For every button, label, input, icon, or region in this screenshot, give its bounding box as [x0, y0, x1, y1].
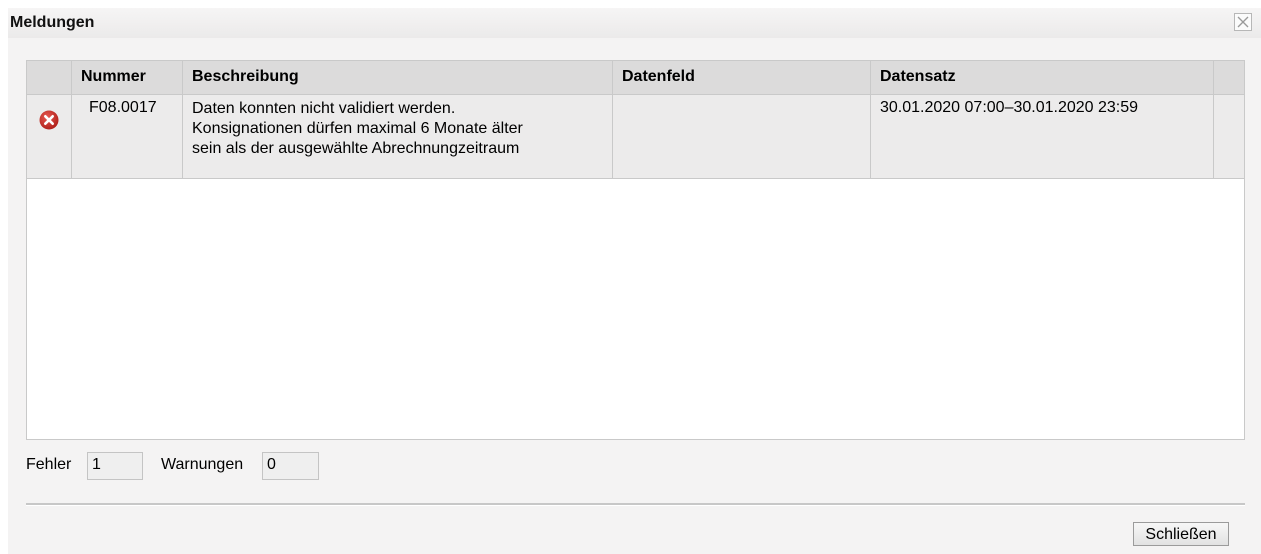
datenfeld-cell [613, 95, 871, 178]
column-header-beschreibung[interactable]: Beschreibung [183, 61, 613, 94]
close-icon[interactable] [1234, 13, 1252, 31]
footer-separator [26, 503, 1245, 506]
column-header-datenfeld[interactable]: Datenfeld [613, 61, 871, 94]
column-header-status [27, 61, 72, 94]
close-x-icon [1237, 16, 1249, 28]
column-header-nummer[interactable]: Nummer [72, 61, 183, 94]
description-line: Konsignationen dürfen maximal 6 Monate ä… [192, 120, 523, 137]
column-header-extra [1214, 61, 1244, 94]
datensatz-cell: 30.01.2020 07:00–30.01.2020 23:59 [871, 95, 1214, 178]
errors-label: Fehler [26, 456, 72, 473]
column-header-label: Nummer [81, 68, 146, 85]
description-line: Daten konnten nicht validiert werden. [192, 100, 456, 117]
dialog-titlebar: Meldungen [8, 8, 1261, 38]
table-header: Nummer Beschreibung Datenfeld Datensatz [27, 61, 1244, 95]
table-row[interactable]: F08.0017 Daten konnten nicht validiert w… [27, 95, 1244, 179]
close-button[interactable]: Schließen [1133, 522, 1229, 546]
warnings-label: Warnungen [161, 456, 244, 473]
messages-dialog: Meldungen Nummer Beschreibung Datenfeld … [8, 8, 1261, 554]
column-header-label: Beschreibung [192, 68, 299, 85]
dialog-title: Meldungen [10, 14, 95, 31]
column-header-datensatz[interactable]: Datensatz [871, 61, 1214, 94]
message-description: Daten konnten nicht validiert werden. Ko… [192, 99, 604, 159]
beschreibung-cell: Daten konnten nicht validiert werden. Ko… [183, 95, 613, 178]
description-line: sein als der ausgewählte Abrechnungzeitr… [192, 140, 520, 157]
data-record-value: 30.01.2020 07:00–30.01.2020 23:59 [880, 99, 1139, 116]
error-circle-icon [39, 110, 59, 130]
extra-cell [1214, 95, 1244, 178]
status-cell [27, 95, 72, 178]
column-header-label: Datenfeld [622, 68, 695, 85]
nummer-cell: F08.0017 [72, 95, 183, 178]
messages-table: Nummer Beschreibung Datenfeld Datensatz [26, 60, 1245, 440]
message-number: F08.0017 [89, 99, 157, 116]
warnings-count-field: 0 [262, 452, 319, 480]
column-header-label: Datensatz [880, 68, 956, 85]
errors-count-field: 1 [87, 452, 143, 480]
